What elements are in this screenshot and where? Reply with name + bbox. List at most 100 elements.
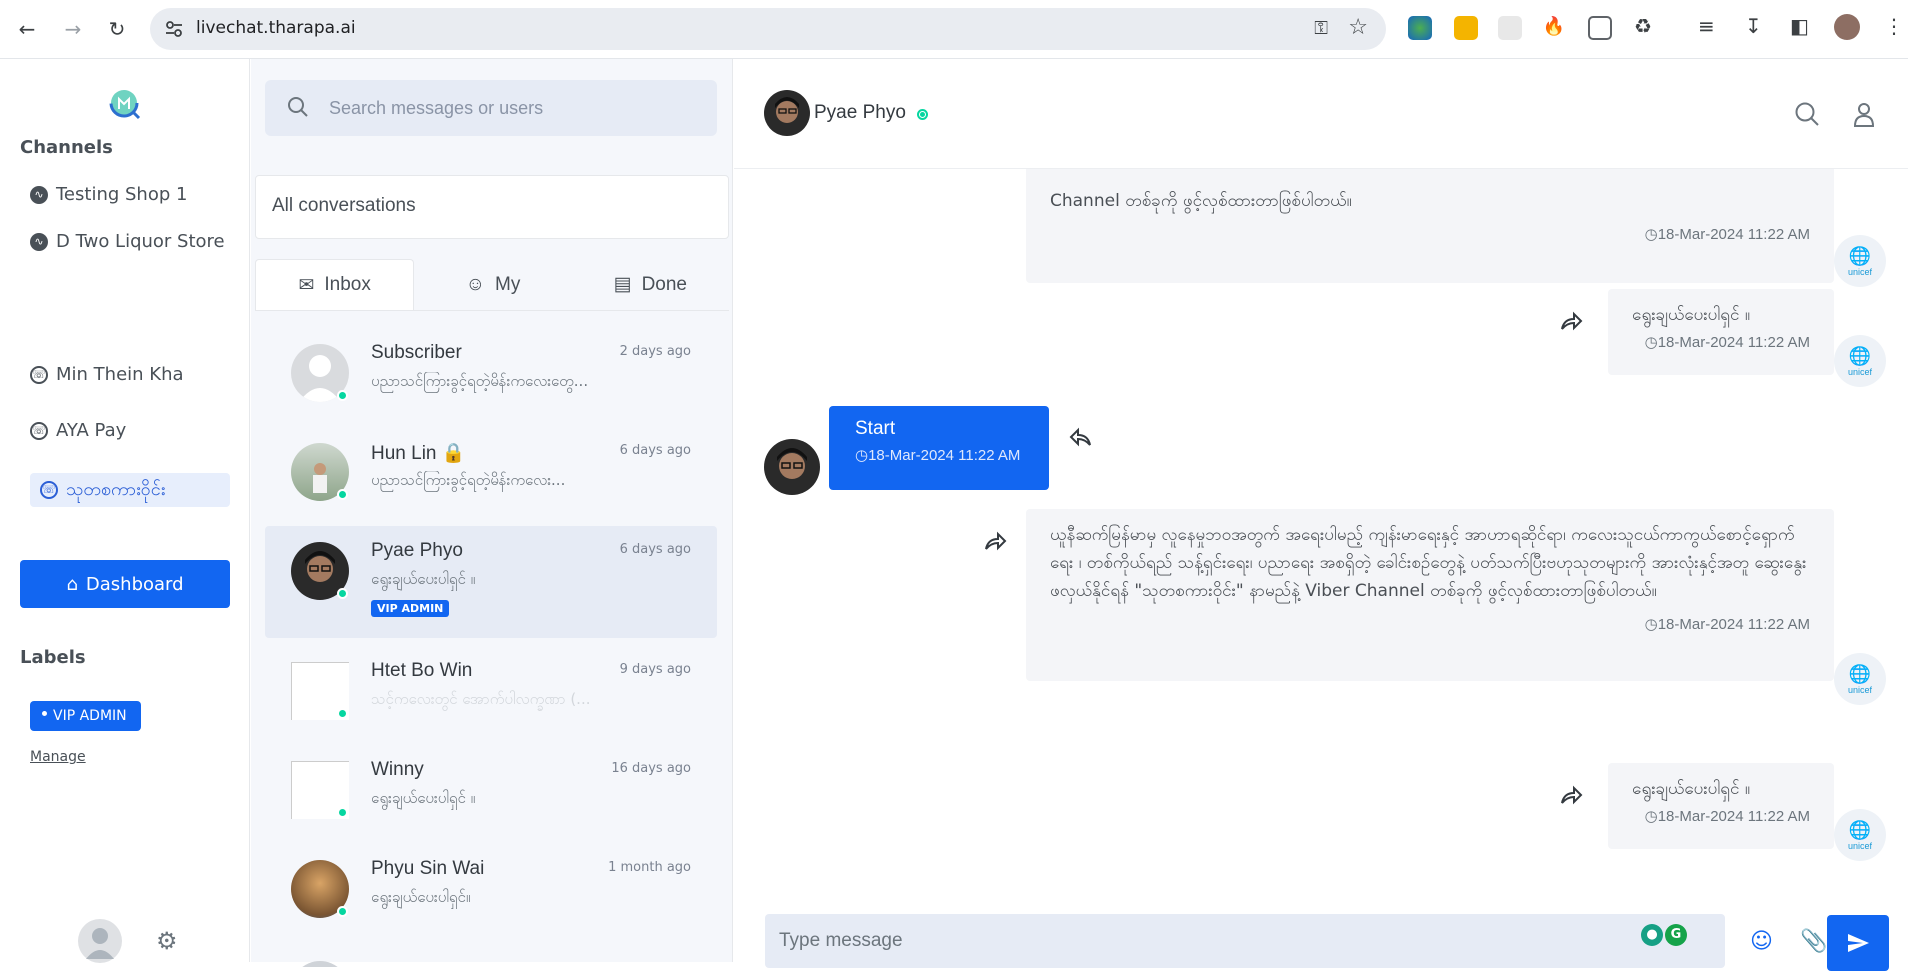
message-incoming: Channel တစ်ခုကို ဖွင့်လှစ်ထားတာဖြစ်ပါတယ်… [1026,169,1834,283]
conversation-preview: ရွေးချယ်ပေးပါရှင်။ [371,888,471,906]
message-text: ယူနီဆက်မြန်မာမှ လူနေမှုဘဝအတွက် အရေးပါမည့… [1050,525,1807,601]
tab-label: My [495,273,521,295]
message-input[interactable] [779,926,1579,956]
conversation-preview: သင့်ကလေးတွင် အောက်ပါလက္ခဏာ (... [371,690,591,708]
search-box [265,80,717,136]
viber-icon: ☏ [30,366,48,384]
conversation-name: Subscriber [371,342,462,363]
dashboard-button[interactable]: ⌂ Dashboard [20,560,230,608]
extension-yellow-icon[interactable] [1454,16,1478,40]
extension-grey-icon[interactable] [1498,16,1522,40]
download-icon[interactable]: ↧ [1745,14,1762,38]
forward-icon[interactable] [1558,783,1584,809]
forward-icon[interactable] [982,529,1008,555]
sender-avatar-unicef: 🌐 unicef [1834,235,1886,287]
profile-avatar-icon[interactable] [1834,14,1860,40]
app-sidebar: Channels ∿ Testing Shop 1 ∿ D Two Liquor… [0,59,250,963]
tab-done[interactable]: ▤ Done [572,259,729,310]
search-input[interactable] [329,94,699,122]
conversation-time: 2 days ago [619,344,691,359]
home-icon: ⌂ [66,573,78,595]
messenger-icon: ∿ [30,233,48,251]
search-icon [288,97,308,117]
password-key-icon[interactable]: ⚿ [1314,18,1328,39]
conversation-list-panel: All conversations ✉ Inbox ☺ My ▤ Done Su… [251,59,733,967]
online-status-dot [337,588,348,599]
browser-menu-icon[interactable]: ⋮ [1884,14,1904,38]
conversation-item-hun-lin[interactable]: Hun Lin 🔒 6 days ago ပညာသင်ကြားခွင့်ရတဲ့… [265,427,717,539]
manage-labels-link[interactable]: Manage [30,749,86,765]
online-status-icon [917,109,928,120]
sender-avatar-unicef: 🌐 unicef [1834,335,1886,387]
chat-panel: Pyae Phyo Channel တစ်ခုကို ဖွင့်လှစ်ထားတ… [734,59,1908,971]
channel-item-d-two-liquor-store[interactable]: ∿ D Two Liquor Store [30,227,230,257]
message-incoming: ယူနီဆက်မြန်မာမှ လူနေမှုဘဝအတွက် အရေးပါမည့… [1026,509,1834,681]
tab-inbox[interactable]: ✉ Inbox [255,259,415,310]
send-button[interactable] [1827,915,1889,971]
channel-label: Testing Shop 1 [56,184,188,205]
conversation-name: Htet Bo Win [371,660,473,681]
label-vip-admin[interactable]: VIP ADMIN [30,701,141,731]
vip-admin-badge: VIP ADMIN [371,600,450,617]
message-incoming: ရွေးချယ်ပေးပါရှင် ။ ◷18-Mar-2024 11:22 A… [1608,289,1834,375]
conversation-item-winny[interactable]: Winny 16 days ago ရွေးချယ်ပေးပါရှင် ။ [265,745,717,857]
bookmark-star-icon[interactable]: ☆ [1348,15,1368,40]
conversation-item-partial[interactable] [265,947,717,967]
contact-avatar[interactable] [764,90,810,136]
conversation-name: Pyae Phyo [371,540,463,561]
reply-icon[interactable] [1068,425,1094,451]
settings-gear-icon[interactable]: ⚙ [156,927,178,955]
channel-item-testing-shop-1[interactable]: ∿ Testing Shop 1 [30,180,230,210]
conversation-item-phyu-sin-wai[interactable]: Phyu Sin Wai 1 month ago ရွေးချယ်ပေးပါရှ… [265,844,717,956]
tab-my[interactable]: ☺ My [414,259,571,310]
site-settings-icon[interactable] [164,19,184,39]
message-incoming: ရွေးချယ်ပေးပါရှင် ။ ◷18-Mar-2024 11:22 A… [1608,763,1834,849]
app-logo-icon[interactable] [108,87,142,121]
forward-icon[interactable]: → [58,14,88,44]
message-list: Channel တစ်ခုကို ဖွင့်လှစ်ထားတာဖြစ်ပါတယ်… [734,169,1908,921]
conversation-item-htet-bo-win[interactable]: Htet Bo Win 9 days ago သင့်ကလေးတွင် အောက… [265,646,717,758]
channel-item-thuta-sagar-waing[interactable]: ☏ သုတစကားဝိုင်း [30,473,230,507]
conversation-time: 6 days ago [619,443,691,458]
message-text: Channel တစ်ခုကို ဖွင့်လှစ်ထားတာဖြစ်ပါတယ်… [1050,191,1352,211]
current-user-avatar[interactable] [78,919,122,963]
viber-icon: ☏ [30,422,48,440]
conversation-item-subscriber[interactable]: Subscriber 2 days ago ပညာသင်ကြားခွင့်ရတဲ… [265,328,717,440]
conversation-filter[interactable]: All conversations [255,175,729,239]
search-icon[interactable] [1794,101,1820,127]
address-bar[interactable]: livechat.tharapa.ai ⚿ ☆ [150,8,1386,50]
contact-name[interactable]: Pyae Phyo [814,102,906,124]
message-outgoing: Start ◷18-Mar-2024 11:22 AM [829,406,1049,490]
media-queue-icon[interactable]: ≡ [1698,14,1715,38]
extension-doc-icon[interactable] [1588,16,1612,40]
extensions-puzzle-icon[interactable]: ♻ [1634,14,1652,38]
emoji-icon[interactable]: ☺ [1750,929,1773,954]
online-status-dot [337,708,348,719]
user-profile-icon[interactable] [1852,101,1876,127]
conversation-preview: ရွေးချယ်ပေးပါရှင် ။ [371,789,476,807]
message-composer: ● G ☺ 📎 [734,914,1908,971]
extension-flame-icon[interactable]: 🔥 [1542,16,1566,40]
grammar-assist-icon[interactable]: ● [1641,924,1663,946]
globe-icon: 🌐 [1848,245,1872,266]
conversation-name: Winny [371,759,424,780]
back-icon[interactable]: ← [12,14,42,44]
conversation-name: Phyu Sin Wai [371,858,485,879]
browser-toolbar: ← → ↻ livechat.tharapa.ai ⚿ ☆ 🔥 ♻ ≡ ↧ ◧ … [0,0,1908,59]
extension-globe-icon[interactable] [1408,16,1432,40]
reload-icon[interactable]: ↻ [102,14,132,44]
channel-label: Min Thein Kha [56,364,184,385]
grammarly-icon[interactable]: G [1665,924,1687,946]
channel-label: သုတစကားဝိုင်း [66,479,166,500]
channel-item-aya-pay[interactable]: ☏ AYA Pay [30,416,230,446]
message-time: ◷18-Mar-2024 11:22 AM [1644,808,1810,825]
attachment-icon[interactable]: 📎 [1800,929,1827,954]
dashboard-label: Dashboard [85,573,184,595]
conversation-item-pyae-phyo[interactable]: Pyae Phyo 6 days ago ရွေးချယ်ပေးပါရှင် ။… [265,526,717,638]
conversation-preview: ရွေးချယ်ပေးပါရှင် ။ [371,570,476,588]
forward-icon[interactable] [1558,309,1584,335]
channel-item-min-thein-kha[interactable]: ☏ Min Thein Kha [30,360,230,390]
label-dot-icon [42,710,47,716]
side-panel-icon[interactable]: ◧ [1790,14,1809,38]
message-time: ◷18-Mar-2024 11:22 AM [855,447,1021,464]
